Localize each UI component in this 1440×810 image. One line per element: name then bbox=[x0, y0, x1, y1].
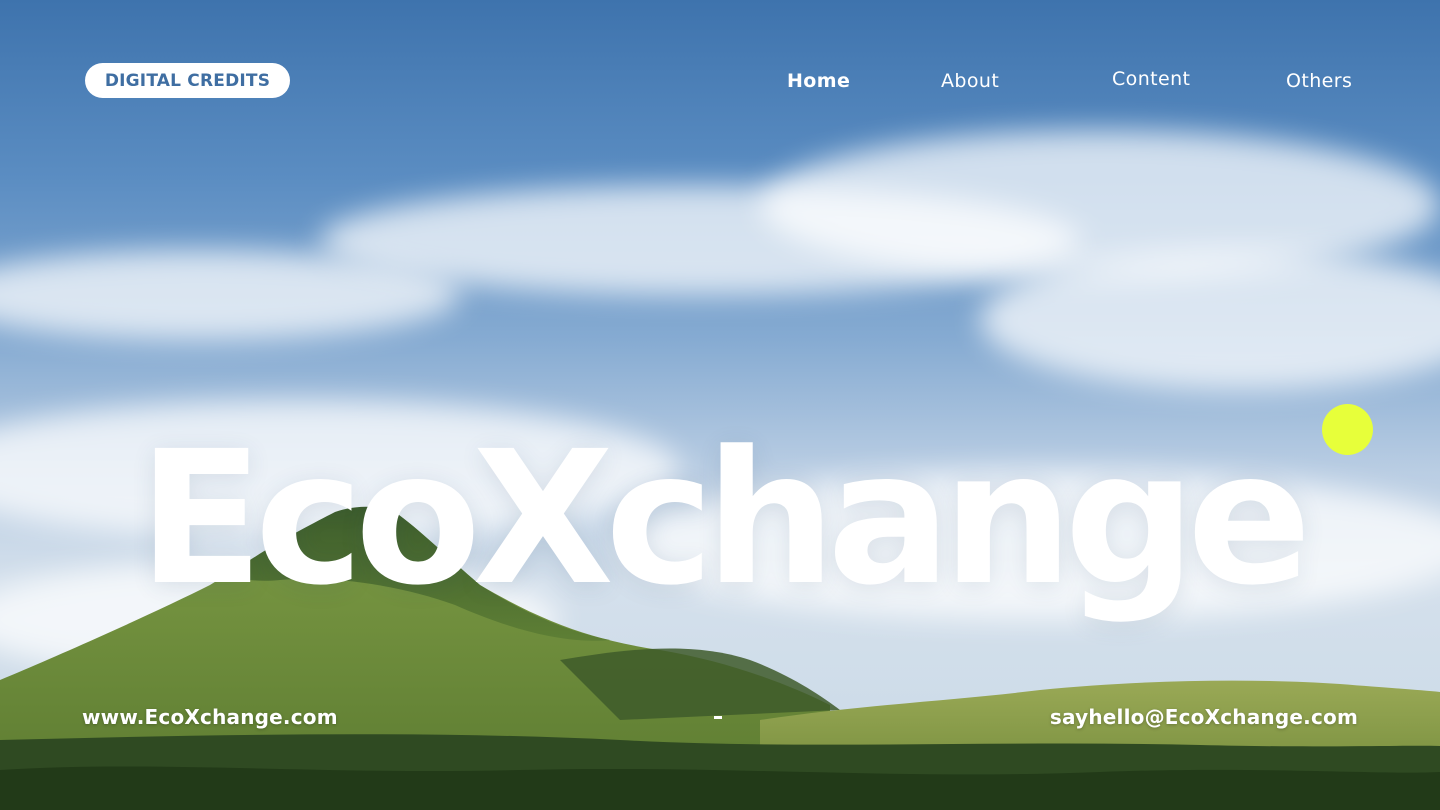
brand-label: DIGITAL CREDITS bbox=[104, 70, 271, 91]
nav-content-link[interactable]: Content bbox=[1112, 68, 1190, 90]
accent-dot bbox=[1322, 404, 1373, 455]
email-link[interactable]: sayhello@EcoXchange.com bbox=[1050, 705, 1358, 729]
mountain-landscape bbox=[0, 506, 1440, 810]
nav-about-link[interactable]: About bbox=[941, 70, 999, 92]
nav-home-link[interactable]: Home bbox=[787, 70, 850, 92]
brand-badge[interactable]: DIGITAL CREDITS bbox=[85, 63, 290, 98]
hero-title: EcoXchange bbox=[138, 412, 1312, 627]
nav-others-link[interactable]: Others bbox=[1286, 70, 1352, 92]
separator-dash bbox=[714, 716, 722, 719]
website-link[interactable]: www.EcoXchange.com bbox=[82, 705, 338, 729]
hero-background bbox=[0, 0, 1440, 810]
